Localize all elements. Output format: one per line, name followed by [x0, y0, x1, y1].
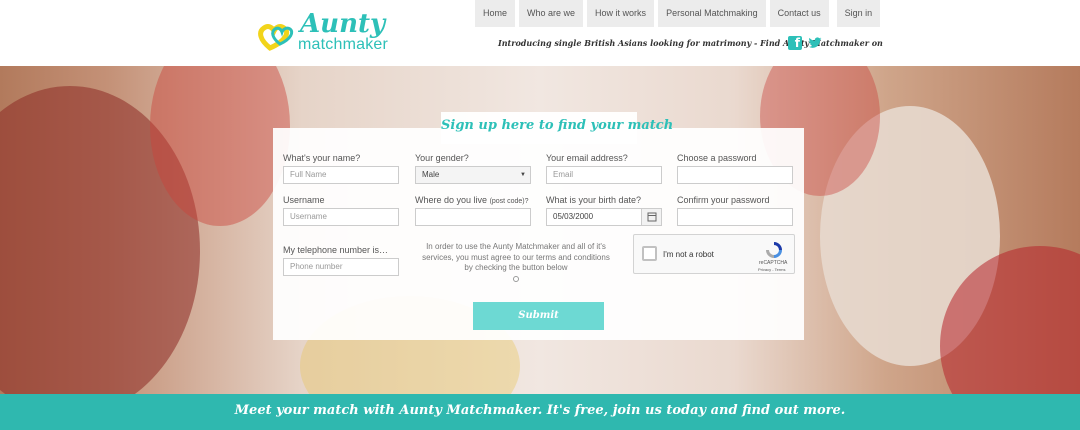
phone-label: My telephone number is… [283, 245, 389, 255]
name-input[interactable]: Full Name [283, 166, 399, 184]
nav-home[interactable]: Home [475, 0, 516, 27]
name-label: What's your name? [283, 153, 361, 163]
chevron-down-icon: ▼ [520, 172, 526, 178]
hearts-logo-icon [258, 24, 294, 51]
confirm-password-input[interactable] [677, 208, 793, 226]
nav-contact-us[interactable]: Contact us [769, 0, 829, 27]
recaptcha-widget: I'm not a robot reCAPTCHA Privacy - Term… [633, 234, 795, 274]
location-input[interactable] [415, 208, 531, 226]
gender-label: Your gender? [415, 153, 469, 163]
logo-word-matchmaker: matchmaker [298, 36, 389, 53]
email-input[interactable]: Email [546, 166, 662, 184]
calendar-glyph [647, 212, 657, 222]
main-nav: Home Who are we How it works Personal Ma… [475, 0, 881, 27]
nav-personal-matchmaking[interactable]: Personal Matchmaking [658, 0, 766, 27]
site-logo[interactable]: Aunty matchmaker [258, 10, 388, 56]
signup-title: Sign up here to find your match [441, 118, 674, 133]
calendar-icon[interactable] [641, 209, 661, 225]
terms-agree-radio[interactable] [513, 276, 519, 282]
recaptcha-label: I'm not a robot [663, 250, 714, 259]
username-input[interactable]: Username [283, 208, 399, 226]
location-label-text: Where do you live [415, 195, 488, 205]
twitter-icon[interactable] [808, 36, 822, 50]
location-label: Where do you live (post code)? [415, 195, 528, 205]
promo-banner: Meet your match with Aunty Matchmaker. I… [0, 394, 1080, 430]
promo-banner-text: Meet your match with Aunty Matchmaker. I… [234, 403, 846, 418]
password-input[interactable] [677, 166, 793, 184]
phone-input[interactable]: Phone number [283, 258, 399, 276]
recaptcha-brand: reCAPTCHA [759, 260, 788, 266]
username-label: Username [283, 195, 325, 205]
recaptcha-checkbox[interactable] [642, 246, 657, 261]
birthdate-label: What is your birth date? [546, 195, 642, 205]
recaptcha-links[interactable]: Privacy - Terms [758, 267, 785, 272]
gender-select[interactable]: Male ▼ [415, 166, 531, 184]
password-label: Choose a password [677, 153, 757, 163]
birthdate-input[interactable]: 05/03/2000 [546, 208, 662, 226]
facebook-icon[interactable]: f [788, 36, 802, 50]
location-label-note: (post code)? [489, 198, 529, 205]
birthdate-value: 05/03/2000 [553, 212, 594, 221]
nav-sign-in[interactable]: Sign in [836, 0, 881, 27]
logo-word-aunty: Aunty [300, 9, 386, 39]
site-header: Aunty matchmaker Home Who are we How it … [0, 0, 1080, 66]
recaptcha-icon [766, 242, 782, 258]
nav-who-are-we[interactable]: Who are we [519, 0, 584, 27]
nav-how-it-works[interactable]: How it works [587, 0, 655, 27]
gender-select-value: Male [422, 170, 440, 179]
confirm-password-label: Confirm your password [677, 195, 770, 205]
terms-text: In order to use the Aunty Matchmaker and… [422, 242, 610, 272]
tagline: Introducing single British Asians lookin… [498, 38, 883, 48]
submit-button[interactable]: Submit [473, 302, 604, 330]
email-label: Your email address? [546, 153, 628, 163]
